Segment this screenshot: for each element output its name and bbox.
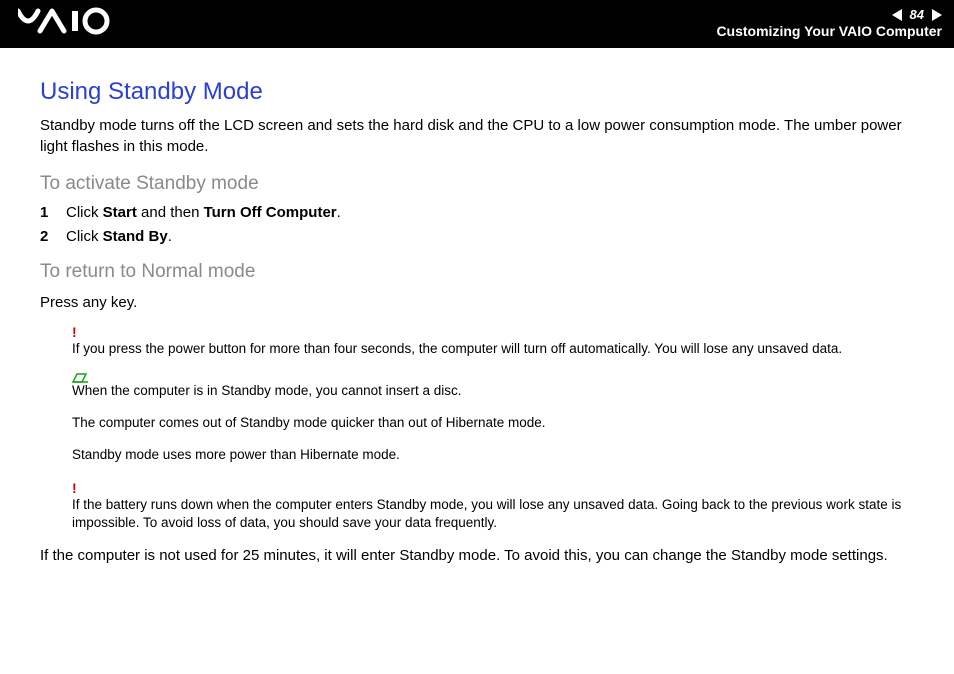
vaio-logo-svg bbox=[18, 7, 128, 35]
page-nav: 84 bbox=[716, 8, 942, 22]
vaio-logo bbox=[18, 7, 128, 42]
warning-text-1: If you press the power button for more t… bbox=[72, 340, 920, 358]
note-text-1: When the computer is in Standby mode, yo… bbox=[72, 382, 920, 400]
note-text-3: Standby mode uses more power than Hibern… bbox=[72, 446, 920, 464]
intro-paragraph: Standby mode turns off the LCD screen an… bbox=[40, 116, 920, 157]
return-body: Press any key. bbox=[40, 293, 920, 313]
step-number: 1 bbox=[40, 203, 58, 223]
next-page-arrow-icon[interactable] bbox=[932, 9, 942, 21]
activate-steps: 1 Click Start and then Turn Off Computer… bbox=[40, 203, 920, 248]
step-1: 1 Click Start and then Turn Off Computer… bbox=[40, 203, 920, 223]
step-number: 2 bbox=[40, 227, 58, 247]
prev-page-arrow-icon[interactable] bbox=[892, 9, 902, 21]
document-page: 84 Customizing Your VAIO Computer Using … bbox=[0, 0, 954, 674]
step-2: 2 Click Stand By. bbox=[40, 227, 920, 247]
page-title: Using Standby Mode bbox=[40, 76, 920, 108]
return-heading: To return to Normal mode bbox=[40, 259, 920, 285]
header-section-title: Customizing Your VAIO Computer bbox=[716, 24, 942, 39]
notes-block: ! If you press the power button for more… bbox=[72, 323, 920, 532]
activate-heading: To activate Standby mode bbox=[40, 171, 920, 197]
header-bar: 84 Customizing Your VAIO Computer bbox=[0, 0, 954, 48]
step-text: Click Start and then Turn Off Computer. bbox=[66, 204, 341, 221]
footer-paragraph: If the computer is not used for 25 minut… bbox=[40, 546, 920, 566]
header-right: 84 Customizing Your VAIO Computer bbox=[716, 8, 942, 40]
note-text-2: The computer comes out of Standby mode q… bbox=[72, 414, 920, 432]
step-text: Click Stand By. bbox=[66, 228, 172, 245]
page-content: Using Standby Mode Standby mode turns of… bbox=[0, 48, 954, 566]
page-number: 84 bbox=[908, 8, 926, 22]
warning-text-2: If the battery runs down when the comput… bbox=[72, 496, 920, 532]
